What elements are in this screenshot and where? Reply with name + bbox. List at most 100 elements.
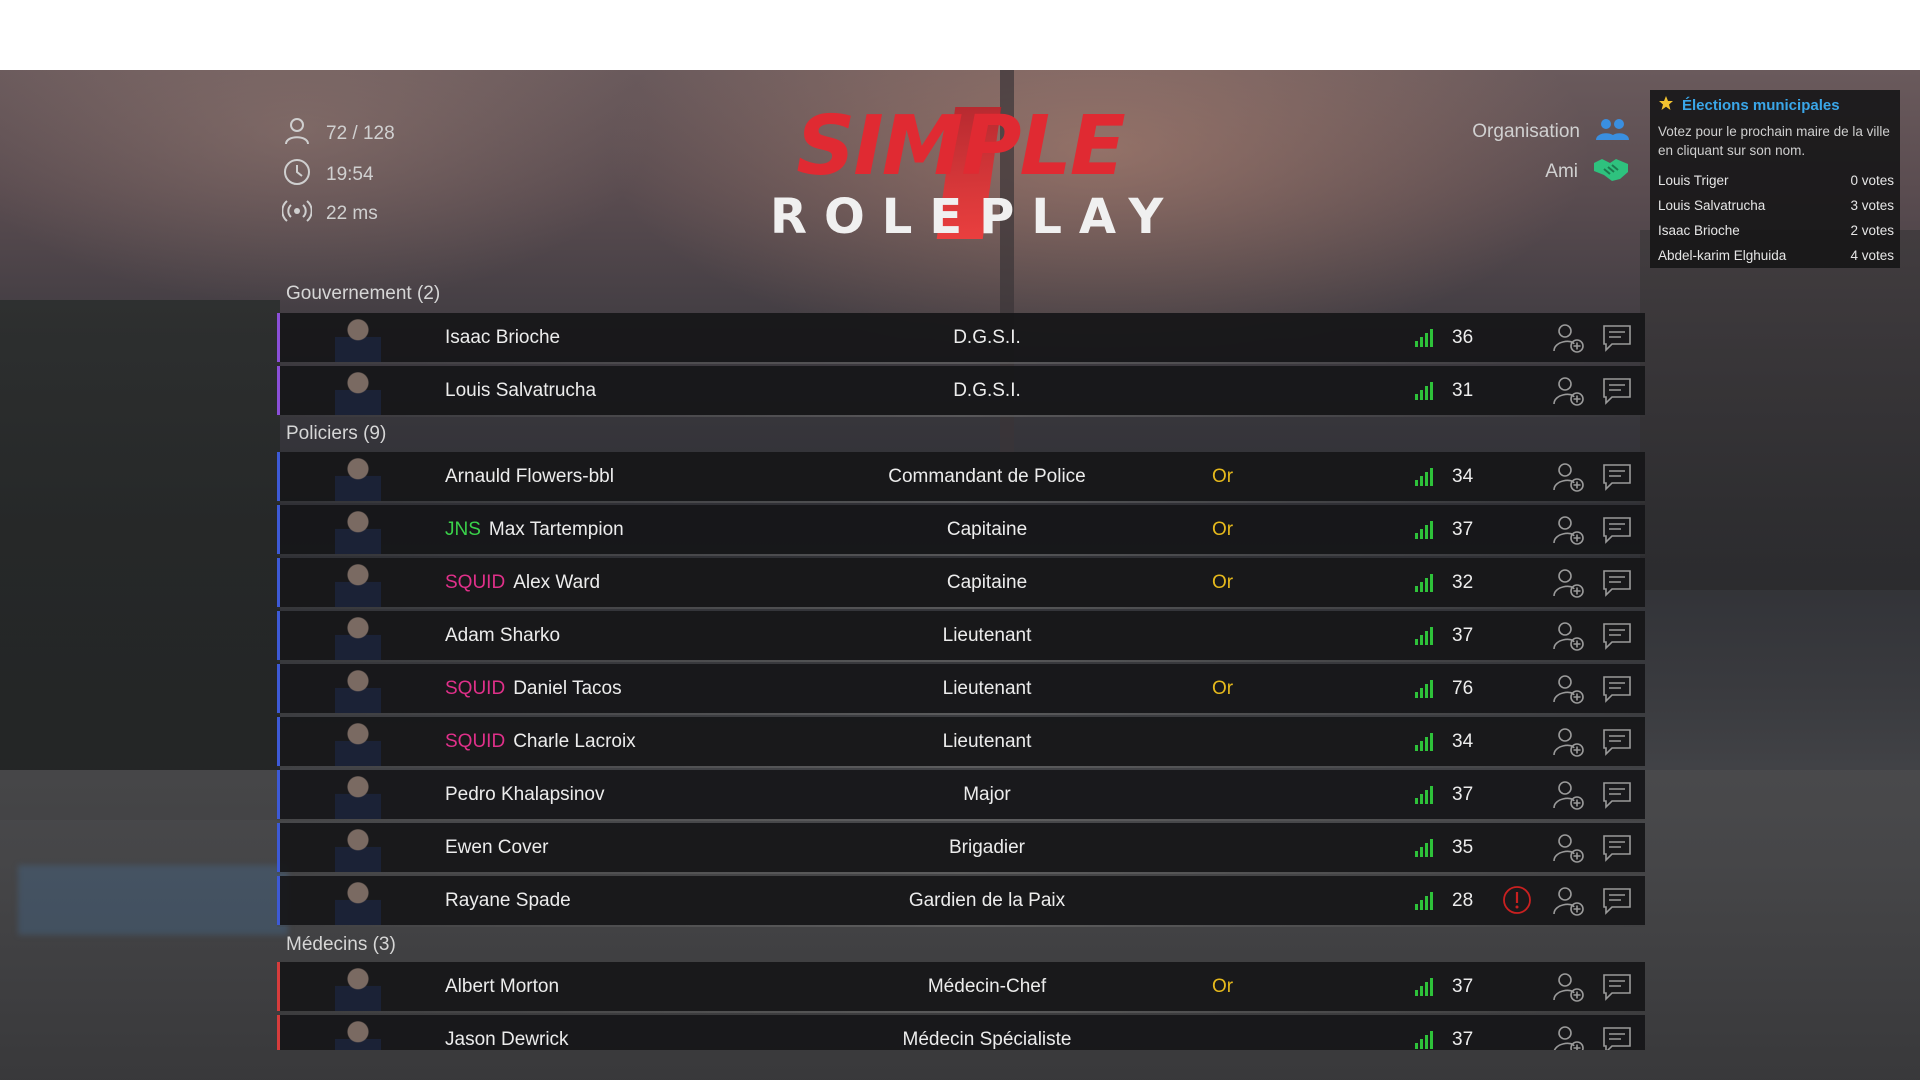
- message-icon[interactable]: [1602, 324, 1632, 352]
- player-ping: 37: [1452, 625, 1474, 646]
- vip-rank: Or: [1212, 519, 1234, 540]
- player-ping: 34: [1452, 466, 1474, 487]
- player-name[interactable]: Ewen Cover: [445, 823, 549, 872]
- message-icon[interactable]: [1602, 377, 1632, 405]
- player-row[interactable]: Adam Sharko Lieutenant 37: [277, 611, 1645, 662]
- faction-color-bar: [277, 823, 280, 872]
- add-friend-icon[interactable]: [1553, 780, 1585, 810]
- player-name[interactable]: JNS Max Tartempion: [445, 505, 624, 554]
- player-name-text: Albert Morton: [445, 976, 560, 997]
- signal-bars-icon: [1414, 627, 1434, 645]
- player-grade: Major: [963, 784, 1011, 805]
- player-row[interactable]: SQUID Charle Lacroix Lieutenant 34: [277, 717, 1645, 768]
- add-friend-icon[interactable]: [1553, 515, 1585, 545]
- player-row[interactable]: JNS Max Tartempion Capitaine Or 37: [277, 505, 1645, 556]
- avatar: [335, 508, 381, 554]
- player-grade: Lieutenant: [942, 678, 1032, 699]
- add-friend-icon[interactable]: [1553, 833, 1585, 863]
- add-friend-icon[interactable]: [1553, 462, 1585, 492]
- player-list: Gouvernement (2) Isaac Brioche D.G.S.I. 36 L…: [0, 0, 1920, 1050]
- add-friend-icon[interactable]: [1553, 972, 1585, 1002]
- row-separator: [277, 501, 1645, 503]
- player-row[interactable]: Isaac Brioche D.G.S.I. 36: [277, 313, 1645, 364]
- message-icon[interactable]: [1602, 463, 1632, 491]
- player-name[interactable]: SQUID Charle Lacroix: [445, 717, 636, 766]
- add-friend-icon[interactable]: [1553, 1025, 1585, 1050]
- faction-color-bar: [277, 1015, 280, 1050]
- message-icon[interactable]: [1602, 622, 1632, 650]
- message-icon[interactable]: [1602, 569, 1632, 597]
- faction-color-bar: [277, 876, 280, 925]
- player-name-text: Jason Dewrick: [445, 1029, 569, 1050]
- player-grade: Lieutenant: [942, 625, 1032, 646]
- add-friend-icon[interactable]: [1553, 323, 1585, 353]
- player-name[interactable]: Albert Morton: [445, 962, 559, 1011]
- add-friend-icon[interactable]: [1553, 727, 1585, 757]
- message-icon[interactable]: [1602, 516, 1632, 544]
- row-separator: [277, 766, 1645, 768]
- player-ping: 37: [1452, 1029, 1474, 1050]
- faction-color-bar: [277, 717, 280, 766]
- player-ping: 35: [1452, 837, 1474, 858]
- faction-color-bar: [277, 505, 280, 554]
- player-grade: Capitaine: [946, 572, 1028, 593]
- message-icon[interactable]: [1602, 973, 1632, 1001]
- player-row[interactable]: Albert Morton Médecin-Chef Or 37: [277, 962, 1645, 1013]
- signal-bars-icon: [1414, 786, 1434, 804]
- player-grade: Médecin-Chef: [927, 976, 1047, 997]
- player-ping: 76: [1452, 678, 1474, 699]
- player-ping: 28: [1452, 890, 1474, 911]
- signal-bars-icon: [1414, 839, 1434, 857]
- player-name-text: Daniel Tacos: [513, 678, 622, 699]
- player-row[interactable]: Louis Salvatrucha D.G.S.I. 31: [277, 366, 1645, 417]
- faction-color-bar: [277, 611, 280, 660]
- player-name[interactable]: SQUID Daniel Tacos: [445, 664, 622, 713]
- player-name[interactable]: Pedro Khalapsinov: [445, 770, 605, 819]
- row-separator: [277, 925, 1645, 927]
- player-name[interactable]: Arnauld Flowers-bbl: [445, 452, 614, 501]
- add-friend-icon[interactable]: [1553, 376, 1585, 406]
- vip-rank: Or: [1212, 466, 1234, 487]
- add-friend-icon[interactable]: [1553, 886, 1585, 916]
- player-ping: 36: [1452, 327, 1474, 348]
- warning-icon[interactable]: [1502, 885, 1532, 915]
- signal-bars-icon: [1414, 521, 1434, 539]
- player-row[interactable]: Rayane Spade Gardien de la Paix 28: [277, 876, 1645, 927]
- player-name[interactable]: Louis Salvatrucha: [445, 366, 596, 415]
- avatar: [335, 965, 381, 1011]
- message-icon[interactable]: [1602, 781, 1632, 809]
- row-separator: [277, 362, 1645, 364]
- signal-bars-icon: [1414, 680, 1434, 698]
- player-name[interactable]: Jason Dewrick: [445, 1015, 569, 1050]
- player-row[interactable]: SQUID Daniel Tacos Lieutenant Or 76: [277, 664, 1645, 715]
- message-icon[interactable]: [1602, 887, 1632, 915]
- message-icon[interactable]: [1602, 834, 1632, 862]
- player-name[interactable]: SQUID Alex Ward: [445, 558, 600, 607]
- add-friend-icon[interactable]: [1553, 568, 1585, 598]
- message-icon[interactable]: [1602, 675, 1632, 703]
- vip-rank: Or: [1212, 572, 1234, 593]
- player-row[interactable]: Arnauld Flowers-bbl Commandant de Police O…: [277, 452, 1645, 503]
- player-ping: 34: [1452, 731, 1474, 752]
- player-name-text: Pedro Khalapsinov: [445, 784, 605, 805]
- player-row[interactable]: SQUID Alex Ward Capitaine Or 32: [277, 558, 1645, 609]
- signal-bars-icon: [1414, 382, 1434, 400]
- player-name[interactable]: Isaac Brioche: [445, 313, 560, 362]
- player-name[interactable]: Rayane Spade: [445, 876, 571, 925]
- player-name-text: Isaac Brioche: [445, 327, 561, 348]
- crew-tag: SQUID: [445, 572, 506, 593]
- message-icon[interactable]: [1602, 728, 1632, 756]
- add-friend-icon[interactable]: [1553, 621, 1585, 651]
- row-separator: [277, 554, 1645, 556]
- player-name[interactable]: Adam Sharko: [445, 611, 560, 660]
- faction-color-bar: [277, 313, 280, 362]
- message-icon[interactable]: [1602, 1026, 1632, 1050]
- player-name-text: Adam Sharko: [445, 625, 561, 646]
- player-row[interactable]: Pedro Khalapsinov Major 37: [277, 770, 1645, 821]
- faction-color-bar: [277, 770, 280, 819]
- player-grade: Gardien de la Paix: [908, 890, 1066, 911]
- add-friend-icon[interactable]: [1553, 674, 1585, 704]
- avatar: [335, 720, 381, 766]
- player-row[interactable]: Ewen Cover Brigadier 35: [277, 823, 1645, 874]
- player-row[interactable]: Jason Dewrick Médecin Spécialiste 37: [277, 1015, 1645, 1050]
